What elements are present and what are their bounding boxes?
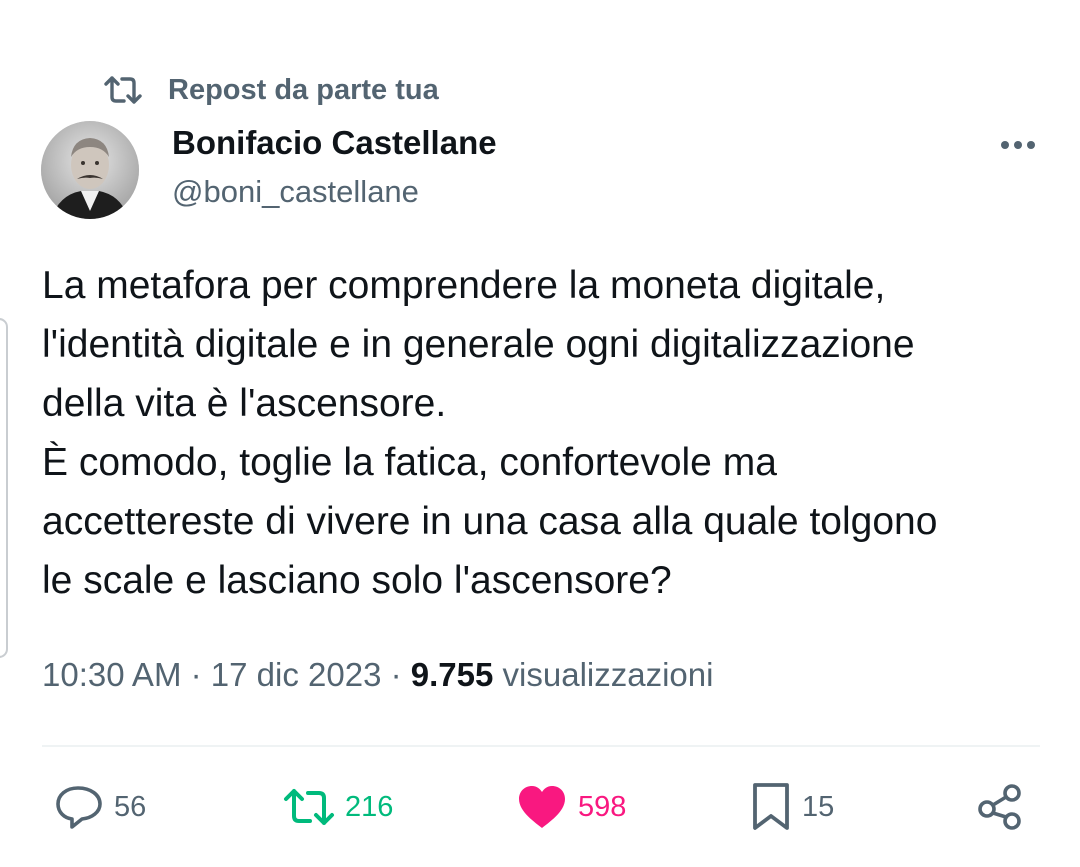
repost-button[interactable]: 216 <box>283 780 393 834</box>
views-label: visualizzazioni <box>502 656 714 693</box>
left-edge-handle <box>0 318 8 658</box>
views-count: 9.755 <box>410 656 494 693</box>
tweet-line: l'identità digitale e in generale ogni d… <box>42 323 915 366</box>
repost-label: Repost da parte tua <box>168 73 439 106</box>
tweet-line: della vita è l'ascensore. <box>42 382 447 425</box>
meta-separator: · <box>390 656 402 693</box>
like-count: 598 <box>578 790 627 823</box>
repost-count: 216 <box>345 790 394 823</box>
tweet-line: La metafora per comprendere la moneta di… <box>42 264 886 307</box>
author-name[interactable]: Bonifacio Castellane <box>172 124 497 162</box>
tweet-line: le scale e lasciano solo l'ascensore? <box>42 559 672 602</box>
tweet-line: accettereste di vivere in una casa alla … <box>42 500 938 543</box>
heart-icon <box>516 784 568 830</box>
repost-icon <box>104 75 142 105</box>
author-handle[interactable]: @boni_castellane <box>172 174 419 210</box>
avatar[interactable] <box>41 121 139 219</box>
bookmark-button[interactable]: 15 <box>750 780 834 834</box>
bookmark-count: 15 <box>802 790 835 823</box>
reply-icon <box>54 783 104 831</box>
reply-count: 56 <box>114 790 147 823</box>
share-icon <box>975 782 1025 832</box>
tweet-line: È comodo, toglie la fatica, confortevole… <box>42 441 777 484</box>
more-options-button[interactable] <box>996 128 1040 162</box>
like-button[interactable]: 598 <box>516 780 626 834</box>
more-dots-icon <box>1001 141 1035 149</box>
repost-icon <box>283 787 335 827</box>
tweet-date[interactable]: 17 dic 2023 <box>211 656 382 693</box>
tweet-time[interactable]: 10:30 AM <box>42 656 181 693</box>
tweet-text: La metafora per comprendere la moneta di… <box>42 256 1052 610</box>
repost-indicator: Repost da parte tua <box>104 70 439 110</box>
divider <box>42 745 1040 747</box>
reply-button[interactable]: 56 <box>54 780 146 834</box>
share-button[interactable] <box>975 780 1025 834</box>
meta-separator: · <box>190 656 202 693</box>
bookmark-icon <box>750 782 792 832</box>
tweet-meta: 10:30 AM · 17 dic 2023 · 9.755 visualizz… <box>42 656 713 694</box>
